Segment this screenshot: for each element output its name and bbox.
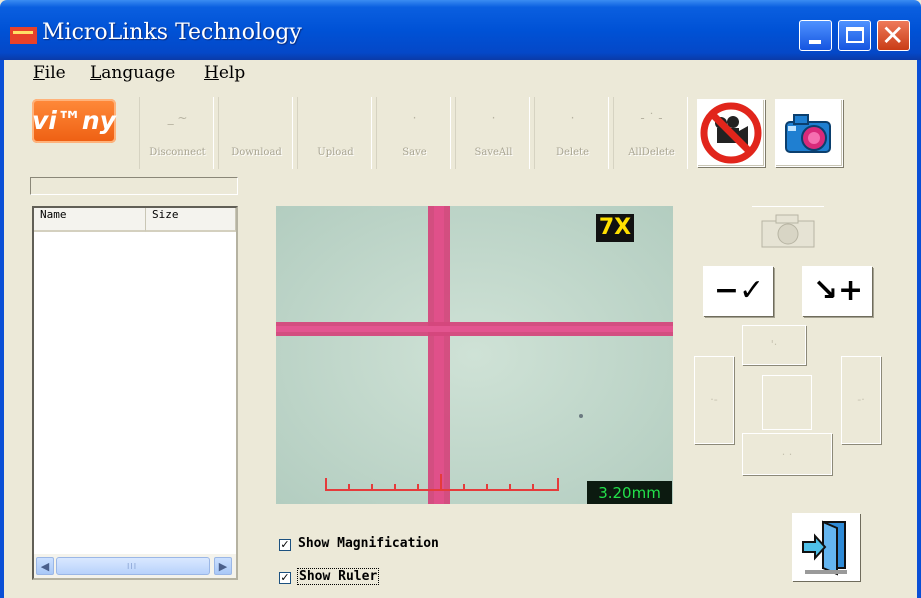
exit-button[interactable] [792, 513, 860, 581]
column-header-name[interactable]: Name [34, 208, 146, 232]
delete-label: Delete [556, 147, 589, 158]
all-delete-button[interactable]: - ˙ - AllDelete [613, 97, 688, 169]
menu-language[interactable]: Language [90, 63, 175, 83]
download-button[interactable]: Download [218, 97, 293, 169]
nav-center-button[interactable] [762, 375, 812, 430]
scroll-thumb[interactable]: III [56, 557, 210, 575]
show-magnification-label: Show Magnification [298, 536, 439, 551]
disconnect-button[interactable]: _ ~ Disconnect [139, 97, 214, 169]
right-arrow-icon: -· [857, 393, 865, 406]
close-icon: ✕ [881, 19, 905, 52]
maximize-button[interactable] [838, 20, 871, 51]
column-header-size[interactable]: Size [146, 208, 236, 232]
save-button[interactable]: · Save [376, 97, 451, 169]
ruler-scale-badge: 3.20mm [587, 481, 672, 504]
show-magnification-checkbox[interactable]: ✓ [279, 539, 291, 551]
close-button[interactable]: ✕ [877, 20, 910, 51]
magnification-badge: 7X [596, 214, 634, 242]
horizontal-scrollbar[interactable]: ◀ III ▶ [34, 554, 236, 578]
up-arrow-icon: '· [770, 338, 778, 351]
zoom-out-icon: −✓ [713, 273, 765, 308]
menu-file[interactable]: File [33, 63, 66, 83]
record-video-button[interactable] [697, 99, 765, 167]
minimize-icon [809, 40, 821, 44]
snapshot-button[interactable] [752, 206, 824, 251]
delete-button[interactable]: · Delete [534, 97, 609, 169]
upload-button[interactable]: Upload [297, 97, 372, 169]
menu-help[interactable]: Help [204, 63, 245, 83]
preview-image [276, 206, 673, 504]
scroll-right-button[interactable]: ▶ [214, 557, 232, 575]
window-frame-right [917, 60, 921, 598]
down-arrow-icon: · · [781, 448, 793, 461]
scroll-left-button[interactable]: ◀ [36, 557, 54, 575]
disconnect-icon: _ ~ [167, 111, 188, 125]
disconnect-label: Disconnect [149, 147, 206, 158]
microscope-preview: 7X 3.20mm [276, 206, 673, 504]
minimize-button[interactable] [799, 20, 832, 51]
show-ruler-checkbox[interactable]: ✓ [279, 572, 291, 584]
zoom-in-icon: ↘+ [812, 273, 864, 308]
photo-camera-icon [785, 114, 831, 153]
zoom-in-button[interactable]: ↘+ [802, 266, 872, 316]
delete-icon: · [570, 111, 575, 125]
brand-logo: vi™ny [32, 99, 116, 143]
scroll-grip: III [127, 562, 138, 571]
app-icon[interactable] [10, 27, 37, 44]
all-delete-icon: - ˙ - [640, 111, 663, 125]
nav-down-button[interactable]: · · [742, 433, 832, 475]
nav-right-button[interactable]: -· [841, 356, 881, 444]
upload-label: Upload [317, 147, 354, 158]
maximize-icon [846, 27, 864, 43]
zoom-out-button[interactable]: −✓ [703, 266, 773, 316]
left-arrow-icon: ·- [710, 393, 718, 406]
nav-up-button[interactable]: '· [742, 325, 806, 365]
progress-bar [30, 177, 238, 195]
show-ruler-label: Show Ruler [296, 568, 380, 585]
window-frame-left [0, 60, 4, 598]
nav-left-button[interactable]: ·- [694, 356, 734, 444]
save-all-button[interactable]: · SaveAll [455, 97, 530, 169]
window-title: MicroLinks Technology [42, 20, 302, 45]
download-label: Download [231, 147, 282, 158]
exit-door-icon [802, 520, 847, 576]
file-list[interactable]: Name Size ◀ III ▶ [32, 206, 238, 580]
save-label: Save [402, 147, 427, 158]
save-all-icon: · [491, 111, 496, 125]
capture-photo-button[interactable] [775, 99, 843, 167]
no-video-camera-icon [700, 102, 762, 164]
camera-outline-icon [761, 214, 815, 248]
save-icon: · [412, 111, 417, 125]
all-delete-label: AllDelete [628, 147, 675, 158]
save-all-label: SaveAll [474, 147, 513, 158]
